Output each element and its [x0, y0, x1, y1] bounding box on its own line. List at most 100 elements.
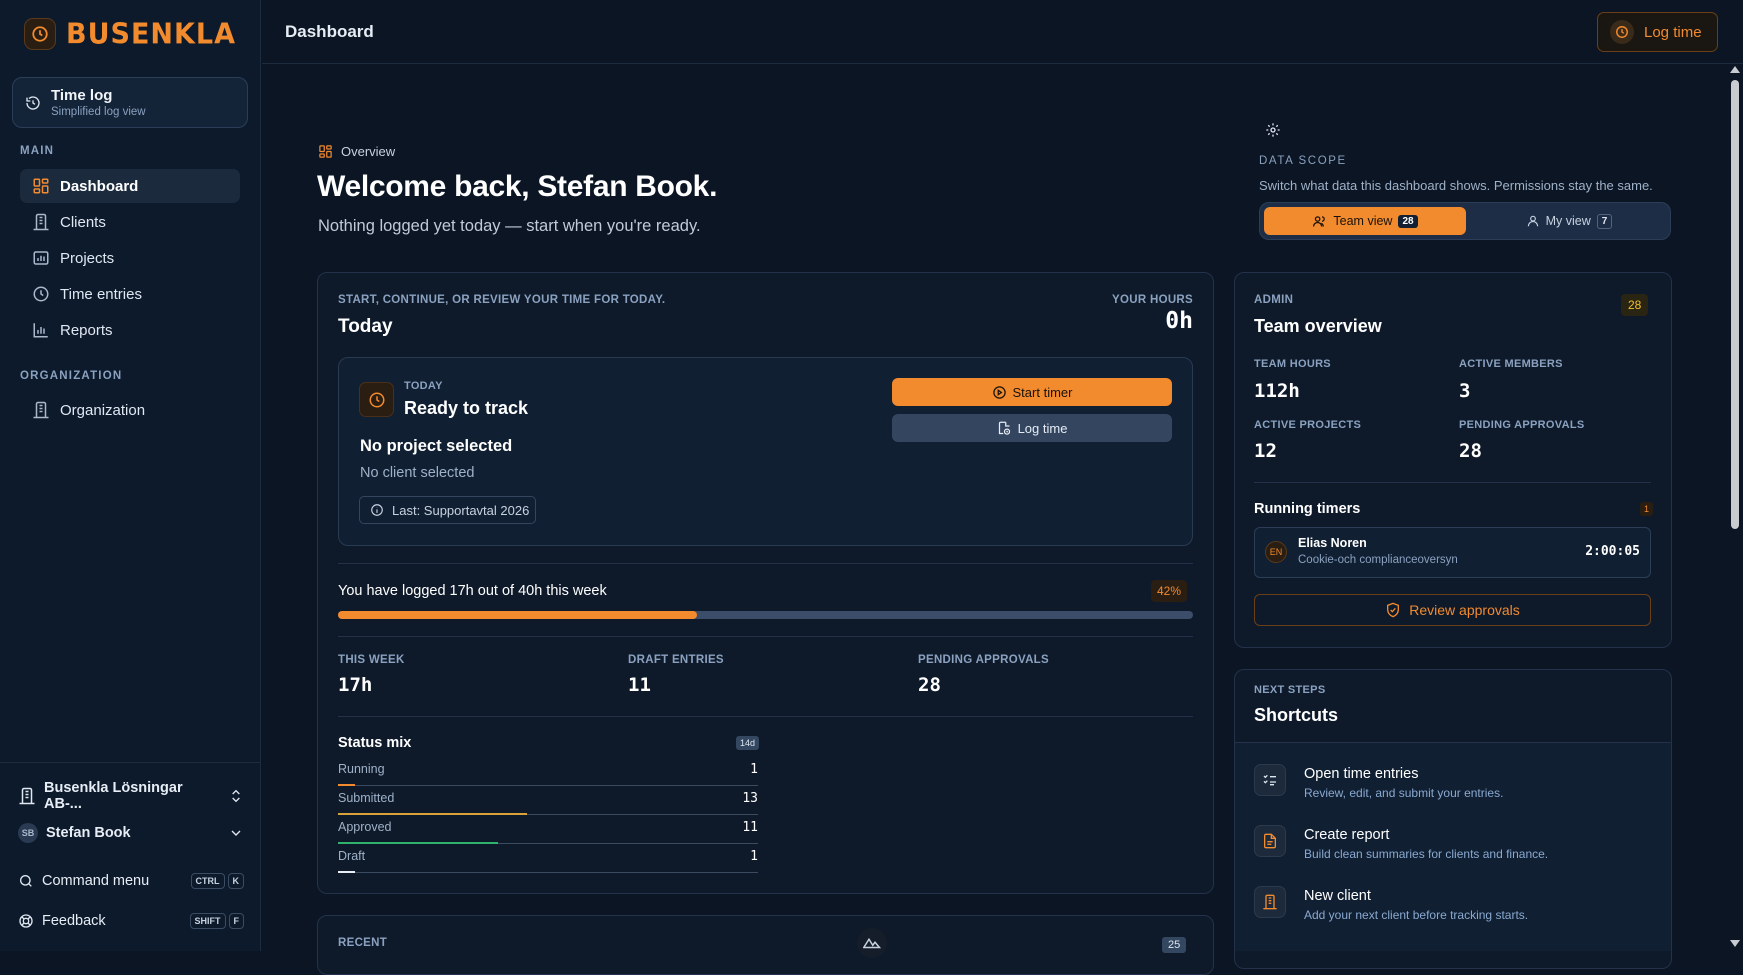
welcome-subtitle: Nothing logged yet today — start when yo… [318, 217, 701, 235]
scroll-up-arrow[interactable] [1730, 66, 1740, 73]
dashboard-icon [318, 144, 333, 159]
search-icon [18, 873, 34, 889]
your-hours-label: YOUR HOURS [1112, 294, 1193, 306]
team-view-count: 28 [1398, 214, 1418, 228]
main-section-label: MAIN [20, 145, 55, 157]
breadcrumb: Overview [318, 144, 395, 159]
feedback-button[interactable]: Feedback SHIFT F [18, 912, 244, 929]
status-fill [338, 842, 498, 844]
my-view-tab[interactable]: My view 7 [1470, 207, 1668, 235]
welcome-heading: Welcome back, Stefan Book. [317, 170, 718, 203]
week-progress-fill [338, 611, 698, 619]
status-label: Submitted [338, 791, 395, 805]
timer-user-name: Elias Noren [1298, 536, 1367, 550]
history-icon [25, 95, 41, 111]
your-hours-value: 0h [1165, 308, 1193, 334]
top-bar: Dashboard Log time [262, 0, 1743, 64]
project-name: No project selected [360, 437, 513, 455]
sidebar-item-clients[interactable]: Clients [20, 205, 240, 239]
sidebar-item-time-entries[interactable]: Time entries [20, 277, 240, 311]
recent-card [317, 915, 1214, 975]
keyboard-shortcut: CTRL K [188, 872, 244, 889]
team-stat-label: ACTIVE MEMBERS [1459, 358, 1563, 370]
week-progress-percent: 42% [1151, 580, 1188, 602]
info-icon [370, 503, 384, 517]
stat-label: PENDING APPROVALS [918, 654, 1049, 666]
log-time-button[interactable]: Log time [1597, 12, 1718, 52]
brand-logo[interactable]: BUSENKLA [24, 18, 236, 50]
lifebuoy-icon [18, 913, 34, 929]
status-label: Approved [338, 820, 392, 834]
file-clock-icon [997, 421, 1012, 436]
document-icon [1254, 825, 1286, 857]
clock-icon [32, 285, 50, 303]
running-timers-count: 1 [1640, 502, 1654, 516]
building-icon [32, 213, 50, 231]
user-menu[interactable]: SB Stefan Book [18, 823, 244, 843]
data-scope-description: Switch what data this dashboard shows. P… [1259, 178, 1653, 193]
stat-value: 17h [338, 674, 373, 696]
sidebar-item-projects[interactable]: Projects [20, 241, 240, 275]
team-view-tab[interactable]: Team view 28 [1264, 207, 1466, 235]
running-timer-row[interactable]: EN Elias Noren Cookie-och complianceover… [1254, 527, 1651, 578]
shortcut-title: Open time entries [1304, 766, 1419, 782]
shortcut-open-time-entries[interactable]: Open time entries Review, edit, and subm… [1254, 760, 1634, 812]
status-fill [338, 871, 355, 873]
scrollbar-thumb[interactable] [1731, 80, 1739, 529]
sidebar-item-reports[interactable]: Reports [20, 313, 240, 347]
shortcut-create-report[interactable]: Create report Build clean summaries for … [1254, 821, 1634, 873]
status-mix-range-badge: 14d [736, 736, 760, 750]
last-project-pill[interactable]: Last: Supportavtal 2026 [359, 496, 536, 524]
ready-to-track-title: Ready to track [404, 398, 529, 418]
gear-icon[interactable] [1265, 122, 1281, 138]
building-icon [1254, 886, 1286, 918]
shortcut-description: Build clean summaries for clients and fi… [1304, 847, 1549, 861]
time-log-button[interactable]: Time log Simplified log view [12, 77, 248, 128]
stat-label: THIS WEEK [338, 654, 405, 666]
status-value: 11 [742, 820, 758, 835]
stat-value: 11 [628, 674, 651, 696]
chart-icon [32, 321, 50, 339]
my-view-label: My view [1545, 214, 1591, 228]
shield-check-icon [1385, 602, 1401, 618]
sidebar-item-label: Projects [60, 249, 115, 267]
timer-project: Cookie-och complianceoversyn [1298, 554, 1458, 566]
team-stat-label: PENDING APPROVALS [1459, 419, 1585, 431]
status-value: 13 [742, 791, 758, 806]
organization-switcher[interactable]: Busenkla Lösningar AB-... [18, 780, 244, 812]
team-stat-label: TEAM HOURS [1254, 358, 1331, 370]
avatar: SB [18, 823, 38, 843]
review-approvals-button[interactable]: Review approvals [1254, 594, 1651, 626]
scroll-down-arrow[interactable] [1730, 940, 1740, 947]
sidebar: BUSENKLA Time log Simplified log view MA… [0, 0, 261, 951]
team-stat-label: ACTIVE PROJECTS [1254, 419, 1362, 431]
command-menu-button[interactable]: Command menu CTRL K [18, 872, 244, 889]
breadcrumb-label: Overview [341, 144, 396, 159]
status-label: Draft [338, 849, 366, 863]
status-row-approved: Approved 11 [338, 820, 758, 844]
command-menu-label: Command menu [42, 872, 150, 889]
shortcut-new-client[interactable]: New client Add your next client before t… [1254, 882, 1634, 934]
status-value: 1 [750, 849, 758, 864]
app-mark-icon [857, 928, 887, 958]
team-eyebrow: ADMIN [1254, 294, 1294, 306]
running-timers-title: Running timers [1254, 501, 1361, 517]
team-stat-value: 3 [1459, 380, 1471, 402]
inner-eyebrow: TODAY [404, 380, 443, 392]
status-label: Running [338, 762, 385, 776]
team-stat-value: 28 [1459, 440, 1482, 462]
sidebar-item-organization[interactable]: Organization [20, 393, 240, 427]
sidebar-item-dashboard[interactable]: Dashboard [20, 169, 240, 203]
checklist-icon [1254, 764, 1286, 796]
log-time-secondary-button[interactable]: Log time [892, 414, 1172, 442]
team-stat-value: 12 [1254, 440, 1277, 462]
team-badge: 28 [1621, 294, 1649, 316]
divider [338, 716, 1193, 717]
review-approvals-label: Review approvals [1409, 602, 1520, 618]
start-timer-button[interactable]: Start timer [892, 378, 1172, 406]
timer-elapsed: 2:00:05 [1585, 544, 1640, 559]
status-value: 1 [750, 762, 758, 777]
log-time-secondary-label: Log time [1017, 420, 1068, 436]
status-row-running: Running 1 [338, 762, 758, 786]
play-circle-icon [992, 385, 1007, 400]
